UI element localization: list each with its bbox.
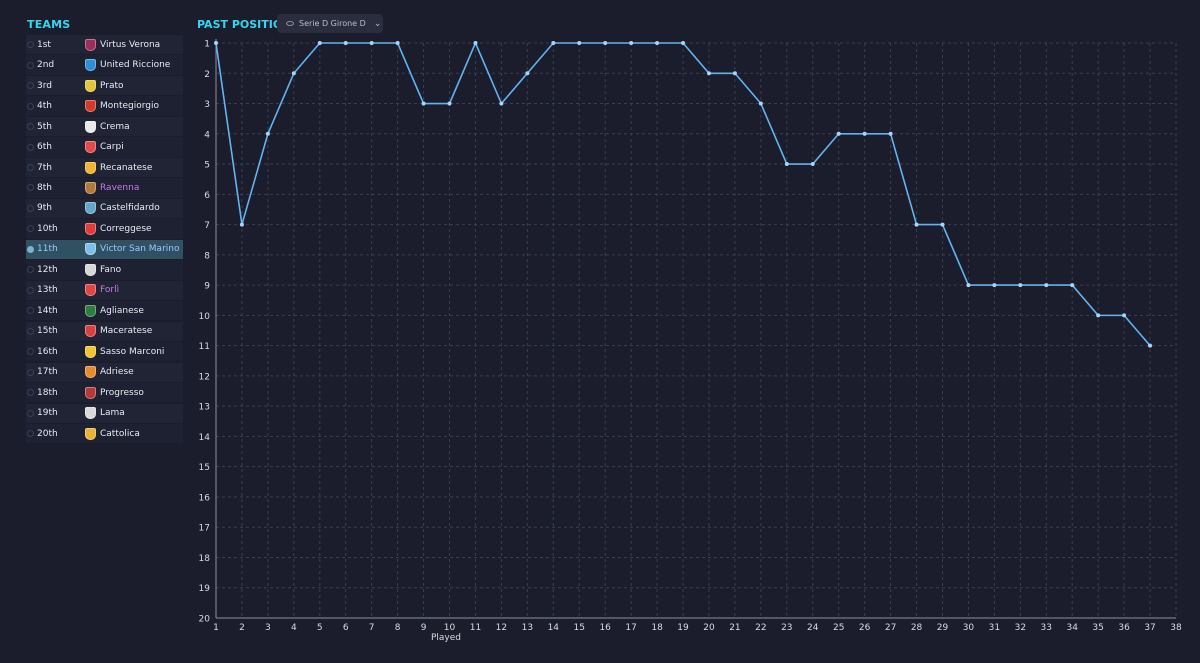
past-positions-chart: 12345678910111213141516171819201 2 3 4 5 6 7 8 9… [199,39,1182,643]
data-point [810,162,815,167]
data-point [473,41,478,45]
data-point [265,131,270,136]
y-tick-label: 5 [204,161,210,171]
x-tick-label: 27 [885,623,896,633]
data-point [1096,313,1101,318]
x-tick-label: 11 [470,623,481,633]
x-tick-label: 21 [729,623,740,633]
data-point [914,222,919,227]
y-tick-label: 20 [199,615,211,625]
data-point [291,71,296,76]
x-tick-label: 15 [574,623,585,633]
x-tick-label: 6 [343,623,349,633]
x-tick-label: 30 [963,623,975,633]
data-point [551,41,556,45]
data-point [421,101,426,106]
y-tick-label: 12 [199,372,210,382]
x-tick-label: 10 [444,623,456,633]
x-tick-label: 2 [239,623,245,633]
x-tick-label: 13 [522,623,533,633]
x-tick-label: 24 [807,623,819,633]
data-point [1070,283,1075,288]
x-tick-label: 32 [1015,623,1026,633]
x-tick-label: 14 [548,623,560,633]
data-point [1018,283,1023,288]
data-point [836,131,841,136]
data-point [888,131,893,136]
data-point [758,101,763,106]
x-tick-label: 23 [781,623,792,633]
data-point [940,222,945,227]
y-tick-label: 4 [204,130,210,140]
y-tick-label: 10 [199,312,211,322]
y-tick-label: 16 [199,493,211,503]
y-tick-label: 11 [199,342,210,352]
y-tick-label: 18 [199,554,211,564]
x-tick-label: 38 [1170,623,1182,633]
data-point [395,41,400,45]
x-tick-label: 12 [496,623,507,633]
data-point [1148,343,1153,348]
x-tick-label: 1 [213,623,219,633]
x-tick-label: 35 [1092,623,1103,633]
x-tick-label: 16 [599,623,611,633]
y-tick-label: 6 [204,191,210,201]
data-point [603,41,608,45]
x-tick-label: 18 [651,623,663,633]
data-point [681,41,686,45]
data-point [862,131,867,136]
x-tick-label: 36 [1118,623,1130,633]
y-tick-label: 13 [199,403,210,413]
x-tick-label: 22 [755,623,766,633]
y-tick-label: 7 [204,221,210,231]
y-tick-label: 2 [204,70,210,80]
data-point [966,283,971,288]
data-point [343,41,348,45]
x-tick-label: 28 [911,623,923,633]
x-tick-label: 34 [1066,623,1078,633]
x-tick-label: 20 [703,623,715,633]
data-point [1044,283,1049,288]
y-tick-label: 14 [199,433,211,443]
y-tick-label: 17 [199,524,210,534]
x-tick-label: 29 [937,623,949,633]
x-tick-label: 9 [421,623,427,633]
x-axis-label: Played [431,633,461,643]
y-tick-label: 19 [199,584,211,594]
data-point [992,283,997,288]
x-tick-label: 5 [317,623,323,633]
data-point [214,41,218,45]
y-tick-label: 1 [204,40,210,50]
y-tick-label: 15 [199,463,210,473]
x-tick-label: 3 [265,623,271,633]
data-point [732,71,737,76]
data-point [499,101,504,106]
x-tick-label: 37 [1144,623,1155,633]
data-point [239,222,244,227]
x-tick-label: 26 [859,623,871,633]
x-tick-label: 31 [989,623,1000,633]
x-tick-label: 25 [833,623,844,633]
x-tick-label: 19 [677,623,689,633]
data-point [317,41,322,45]
data-point [447,101,452,106]
x-tick-label: 8 [395,623,401,633]
data-point [629,41,634,45]
x-tick-label: 33 [1041,623,1052,633]
y-tick-label: 9 [204,282,210,292]
data-point [784,162,789,167]
data-point [706,71,711,76]
data-point [525,71,530,76]
data-point [655,41,660,45]
x-tick-label: 17 [625,623,636,633]
x-tick-label: 4 [291,623,297,633]
x-tick-label: 7 [369,623,375,633]
y-tick-label: 8 [204,251,210,261]
data-point [1122,313,1127,318]
data-point [577,41,582,45]
y-tick-label: 3 [204,100,210,110]
data-point [369,41,374,45]
